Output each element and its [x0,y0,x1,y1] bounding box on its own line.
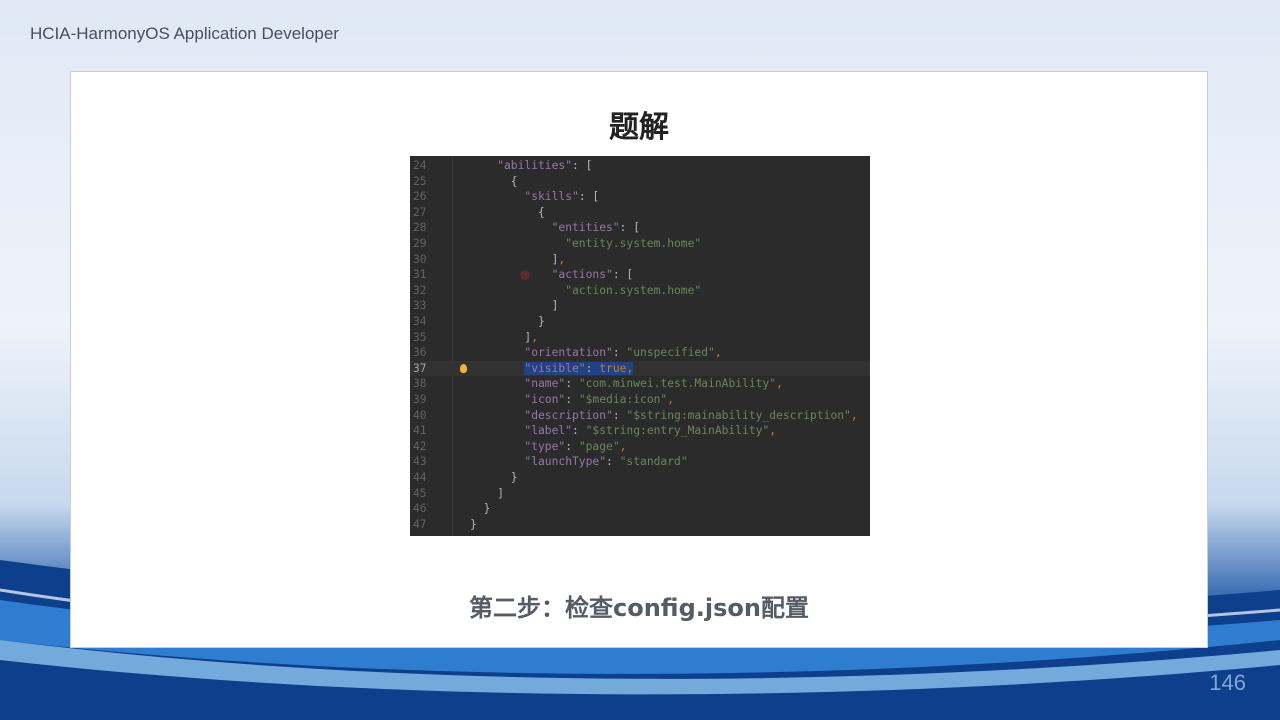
code-text: { [538,205,545,219]
code-line[interactable]: 42 "type": "page", [410,439,870,455]
code-line[interactable]: 41 "label": "$string:entry_MainAbility", [410,423,870,439]
code-text: } [538,315,545,328]
code-line[interactable]: 25 { [410,174,870,190]
line-number: 31 [413,268,427,282]
header-title: HCIA-HarmonyOS Application Developer [30,24,339,43]
line-number: 35 [413,330,427,344]
code-line[interactable]: 26 "skills": [ [410,189,870,205]
code-line[interactable]: 32 "action.system.home" [410,283,870,299]
code-line[interactable]: 24 "abilities": [ [410,158,870,174]
code-line[interactable]: 27 { [410,205,870,221]
line-number: 44 [413,471,427,484]
line-number: 40 [413,408,427,422]
code-line[interactable]: 30], [410,252,870,268]
code-line[interactable]: 37 "visible": true, [410,360,870,377]
code-text: "type": "page", [524,439,627,453]
line-number: 27 [413,205,427,219]
code-line[interactable]: 34} [410,314,870,330]
line-number: 38 [413,377,427,391]
code-text: "orientation": "unspecified", [524,346,722,360]
code-text: "icon": "$media:icon", [524,393,675,406]
code-text: ], [551,252,566,266]
code-line[interactable]: 33] [410,298,870,314]
code-line[interactable]: 47} [410,517,870,533]
lightbulb-icon[interactable] [460,363,467,373]
code-line[interactable]: 39 "icon": "$media:icon", [410,392,870,408]
code-text: "name": "com.minwei.test.MainAbility", [524,377,783,391]
code-text: "abilities": [ [497,159,593,172]
slide-panel: 题解 24 "abilities": [ 25 {26 "skills": [ 27 {28… [70,71,1208,648]
code-line[interactable]: 35], [410,330,870,346]
code-text: } [470,517,477,531]
line-number: 32 [413,283,427,297]
line-number: 39 [413,393,427,406]
line-number: 46 [413,502,427,516]
line-number: 45 [413,486,427,500]
code-text: ] [497,486,504,500]
code-line[interactable]: 29 "entity.system.home" [410,236,870,252]
slide-title: 题解 [609,110,669,145]
page-number: 146 [1209,670,1246,695]
code-line[interactable]: 28 "entities": [ [410,220,870,236]
code-text: "launchType": "standard" [524,455,688,469]
code-text: "entity.system.home" [565,237,702,250]
code-line[interactable]: 46} [410,501,870,517]
code-text: ] [551,299,559,313]
code-text: "action.system.home" [565,283,702,297]
line-number: 29 [413,237,427,250]
line-number: 25 [413,174,427,188]
code-text: "skills": [ [524,190,600,204]
line-number: 47 [413,517,427,531]
code-text: "entities": [ [551,221,641,235]
code-text: } [510,471,518,484]
code-text: "description": "$string:mainability_desc… [524,408,858,422]
code-editor[interactable]: 24 "abilities": [ 25 {26 "skills": [ 27 {28 "en… [410,156,870,536]
code-text: "label": "$string:entry_MainAbility", [524,424,777,438]
line-number: 33 [413,299,427,313]
line-number: 37 [413,361,427,375]
code-text: "actions": [ [551,268,634,282]
code-line[interactable]: 31 "actions": [ [410,267,870,283]
line-number: 24 [413,159,427,172]
code-text: { [510,174,518,188]
code-line[interactable]: 40 "description": "$string:mainability_de… [410,408,870,424]
breakpoint-icon [520,270,530,281]
code-line[interactable]: 44} [410,470,870,486]
code-text: } [483,502,491,516]
code-text: ], [524,330,539,344]
code-line[interactable]: 43 "launchType": "standard" [410,454,870,470]
code-line[interactable]: 45] [410,486,870,502]
line-number: 28 [413,221,427,235]
code-line[interactable]: 38 "name": "com.minwei.test.MainAbility", [410,376,870,392]
line-number: 42 [413,439,427,453]
line-number: 41 [413,424,427,438]
line-number: 36 [413,346,427,360]
code-text: "visible": true, [524,361,634,377]
line-number: 30 [413,252,427,266]
line-number: 26 [413,190,427,204]
slide-caption: 第二步：检查config.json配置 [469,594,809,622]
selection-highlight: "visible": true, [524,361,634,375]
line-number: 43 [413,455,427,469]
line-number: 34 [413,315,427,328]
code-line[interactable]: 36 "orientation": "unspecified", [410,345,870,361]
